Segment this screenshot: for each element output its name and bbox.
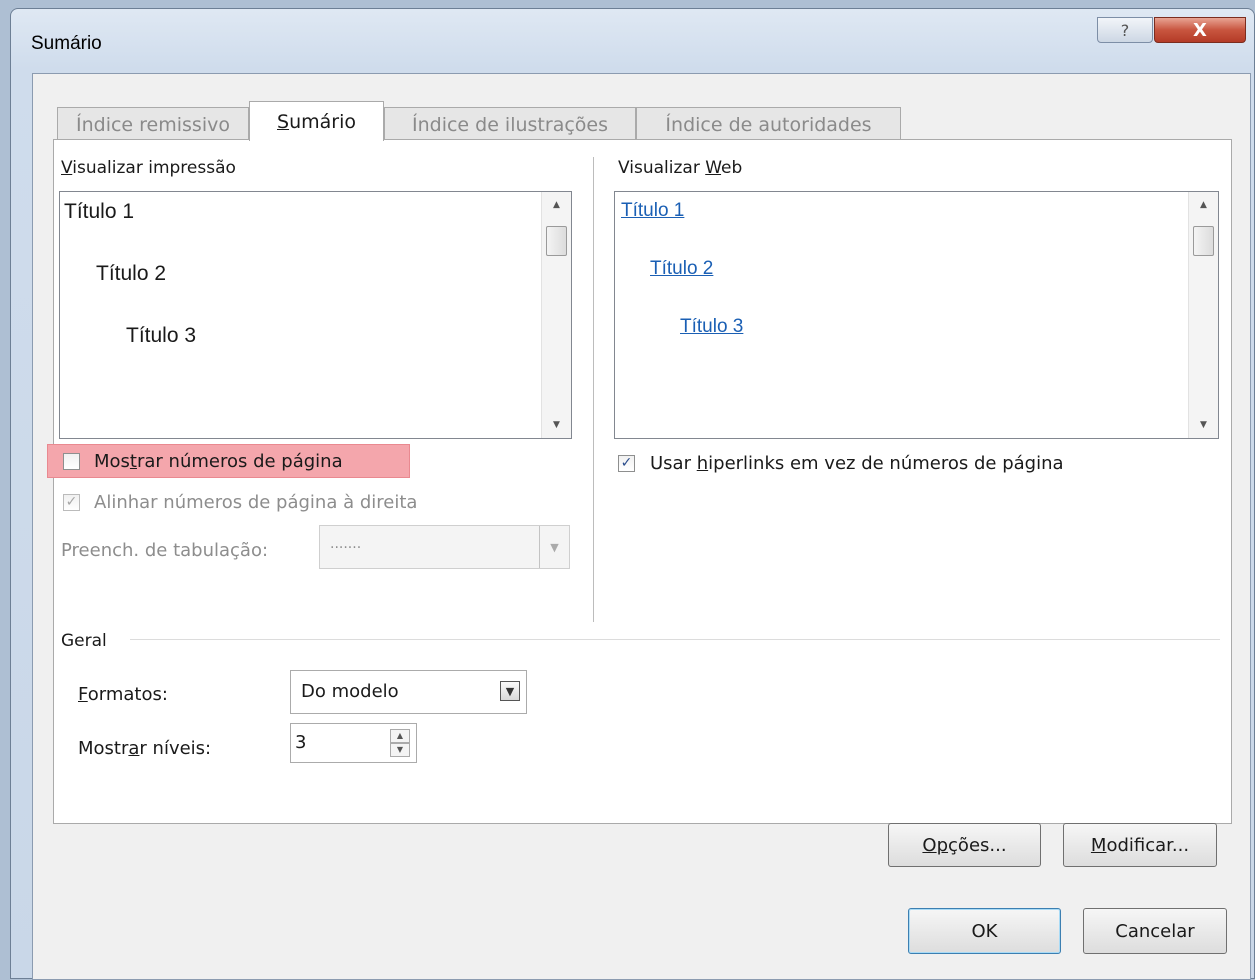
dialog-title: Sumário <box>31 33 102 54</box>
help-button[interactable]: ? <box>1097 17 1153 43</box>
formats-value: Do modelo <box>301 681 399 702</box>
levels-stepper[interactable]: 3 ▲ ▼ <box>290 723 417 763</box>
tab-indice-autoridades[interactable]: Índice de autoridades <box>636 107 901 141</box>
options-button[interactable]: Opções... <box>888 823 1041 867</box>
stepper-up-icon[interactable]: ▲ <box>390 729 410 743</box>
stepper-down-icon[interactable]: ▼ <box>390 743 410 757</box>
tab-label: Índice de ilustrações <box>411 113 608 136</box>
show-page-numbers-checkbox[interactable] <box>63 453 80 470</box>
print-preview-scrollbar[interactable]: ▲ ▼ <box>541 192 571 438</box>
print-preview-item: Título 3 <box>126 324 197 347</box>
print-preview-box[interactable]: Título 1 Título 2 Título 3 ▲ ▼ <box>59 191 572 439</box>
scroll-up-icon[interactable]: ▲ <box>1189 200 1218 210</box>
chevron-down-icon[interactable]: ▼ <box>500 681 520 701</box>
help-icon: ? <box>1120 20 1130 40</box>
levels-value: 3 <box>295 732 307 753</box>
print-preview-item: Título 2 <box>96 262 167 285</box>
close-button[interactable]: X <box>1154 17 1246 43</box>
web-preview-scrollbar[interactable]: ▲ ▼ <box>1188 192 1218 438</box>
web-preview-link[interactable]: Título 3 <box>680 316 743 338</box>
tab-indice-remissivo[interactable]: Índice remissivo <box>57 107 249 141</box>
cancel-button[interactable]: Cancelar <box>1083 908 1227 954</box>
web-preview-box[interactable]: Título 1 Título 2 Título 3 ▲ ▼ <box>614 191 1219 439</box>
tab-label: Índice remissivo <box>76 113 230 136</box>
modify-button[interactable]: Modificar... <box>1063 823 1217 867</box>
close-icon: X <box>1193 19 1207 41</box>
tab-indice-ilustracoes[interactable]: Índice de ilustrações <box>384 107 636 141</box>
tab-label: Índice de autoridades <box>665 113 872 136</box>
scroll-thumb[interactable] <box>546 226 567 256</box>
scroll-up-icon[interactable]: ▲ <box>542 200 571 210</box>
print-preview-item: Título 1 <box>64 200 135 223</box>
scroll-thumb[interactable] <box>1193 226 1214 256</box>
tab-sumario[interactable]: Sumário <box>249 101 384 141</box>
web-preview-link[interactable]: Título 2 <box>650 258 713 280</box>
formats-select[interactable]: Do modelo ▼ <box>290 670 527 714</box>
use-hyperlinks-checkbox[interactable]: ✓ <box>618 455 635 472</box>
ok-button[interactable]: OK <box>908 908 1061 954</box>
scroll-down-icon[interactable]: ▼ <box>1189 420 1218 430</box>
web-preview-link[interactable]: Título 1 <box>621 200 684 222</box>
scroll-down-icon[interactable]: ▼ <box>542 420 571 430</box>
tab-label: Sumário <box>277 110 356 133</box>
